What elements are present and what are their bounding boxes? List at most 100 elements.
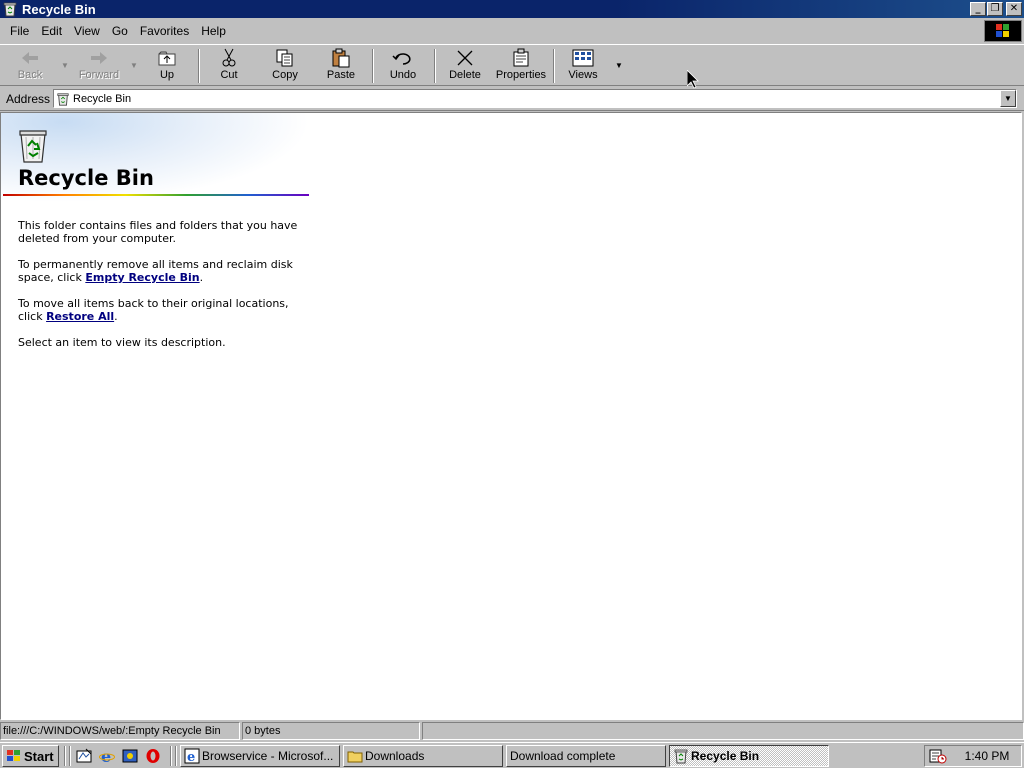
scheduler-icon[interactable] [929, 748, 947, 764]
paste-button[interactable]: Paste [320, 47, 362, 85]
views-button[interactable]: Views [564, 47, 602, 85]
task-label: Browservice - Microsof... [202, 749, 334, 763]
forward-button[interactable]: Forward [76, 47, 122, 85]
undo-button[interactable]: Undo [384, 47, 422, 85]
cut-label: Cut [220, 69, 238, 81]
mouse-cursor-icon [686, 69, 699, 92]
properties-label: Properties [495, 69, 547, 81]
clock[interactable]: 1:40 PM [953, 749, 1021, 763]
status-bar: file:///C:/WINDOWS/web/:Empty Recycle Bi… [0, 721, 1024, 741]
window-title: Recycle Bin [22, 1, 96, 17]
properties-icon [511, 47, 531, 69]
taskbar-grip[interactable] [69, 746, 71, 766]
delete-button[interactable]: Delete [444, 47, 486, 85]
restore-instruction: To move all items back to their original… [18, 297, 298, 323]
task-recycle-bin[interactable]: Recycle Bin [669, 745, 829, 767]
close-button[interactable]: ✕ [1006, 2, 1022, 16]
paste-label: Paste [326, 69, 356, 81]
toolbar-separator [434, 49, 436, 83]
menu-go[interactable]: Go [106, 24, 134, 38]
address-label: Address [6, 91, 51, 106]
menu-edit[interactable]: Edit [35, 24, 68, 38]
up-folder-icon [157, 47, 177, 69]
back-label: Back [17, 69, 43, 81]
taskbar-grip[interactable] [175, 746, 177, 766]
forward-arrow-icon [89, 47, 109, 69]
forward-dropdown-icon[interactable]: ▼ [130, 61, 138, 70]
maximize-button[interactable]: ❐ [987, 2, 1003, 16]
status-size: 0 bytes [242, 722, 420, 740]
properties-button[interactable]: Properties [494, 47, 548, 85]
address-input[interactable]: Recycle Bin ▼ [53, 89, 1017, 108]
svg-text:e: e [187, 750, 195, 764]
up-label: Up [159, 69, 175, 81]
internet-explorer-icon: e [184, 748, 200, 764]
restore-all-link[interactable]: Restore All [46, 310, 114, 323]
restore-instruction-suffix: . [114, 310, 118, 323]
windows-logo-icon [984, 20, 1022, 42]
channels-icon[interactable] [121, 747, 139, 765]
empty-recycle-bin-link[interactable]: Empty Recycle Bin [85, 271, 199, 284]
back-dropdown-icon[interactable]: ▼ [61, 61, 69, 70]
minimize-button[interactable]: _ [970, 2, 986, 16]
folder-icon [347, 749, 363, 763]
title-bar[interactable]: Recycle Bin _ ❐ ✕ [0, 0, 1024, 18]
task-label: Download complete [510, 749, 616, 763]
menu-help[interactable]: Help [195, 24, 232, 38]
task-browservice[interactable]: e Browservice - Microsof... [180, 745, 340, 767]
up-button[interactable]: Up [150, 47, 184, 85]
status-zone [422, 722, 1024, 740]
windows-logo-icon [6, 749, 22, 763]
views-dropdown-icon[interactable]: ▼ [615, 61, 623, 70]
menu-view[interactable]: View [68, 24, 106, 38]
menu-bar: File Edit View Go Favorites Help [0, 20, 1024, 42]
page-title: Recycle Bin [18, 166, 154, 190]
folder-view[interactable]: Recycle Bin This folder contains files a… [0, 112, 1022, 720]
taskbar-separator [64, 746, 66, 766]
copy-label: Copy [272, 69, 298, 81]
recycle-bin-icon [16, 126, 50, 167]
taskbar: Start e e Browservice - Microsof... Down… [0, 742, 1024, 768]
start-button[interactable]: Start [2, 745, 59, 767]
info-pane: This folder contains files and folders t… [18, 219, 298, 362]
forward-label: Forward [78, 69, 120, 81]
views-icon [572, 47, 594, 69]
toolbar-separator [198, 49, 200, 83]
internet-explorer-icon[interactable]: e [98, 747, 116, 765]
empty-instruction-suffix: . [199, 271, 204, 284]
start-label: Start [24, 748, 54, 764]
copy-icon [275, 47, 295, 69]
copy-button[interactable]: Copy [266, 47, 304, 85]
select-hint: Select an item to view its description. [18, 336, 226, 349]
show-desktop-icon[interactable] [75, 747, 93, 765]
task-label: Downloads [365, 749, 425, 763]
cut-button[interactable]: Cut [212, 47, 246, 85]
paste-icon [331, 47, 351, 69]
taskbar-separator [170, 746, 172, 766]
menu-file[interactable]: File [4, 24, 35, 38]
task-downloads[interactable]: Downloads [343, 745, 503, 767]
delete-label: Delete [449, 69, 481, 81]
address-value: Recycle Bin [73, 92, 132, 105]
task-label: Recycle Bin [691, 749, 760, 763]
recycle-bin-icon [56, 92, 70, 106]
menu-favorites[interactable]: Favorites [134, 24, 195, 38]
description-text: This folder contains files and folders t… [18, 219, 298, 245]
toolbar-separator [372, 49, 374, 83]
back-arrow-icon [20, 47, 40, 69]
undo-label: Undo [389, 69, 417, 81]
toolbar-separator [553, 49, 555, 83]
empty-instruction: To permanently remove all items and recl… [18, 258, 298, 284]
undo-icon [392, 47, 414, 69]
status-url: file:///C:/WINDOWS/web/:Empty Recycle Bi… [0, 722, 240, 740]
svg-text:e: e [101, 748, 111, 764]
system-tray: 1:40 PM [924, 745, 1022, 767]
task-download-complete[interactable]: Download complete [506, 745, 666, 767]
address-bar: Address Recycle Bin ▼ [0, 87, 1024, 111]
back-button[interactable]: Back [8, 47, 52, 85]
title-divider [3, 194, 309, 196]
recycle-bin-icon [2, 1, 18, 17]
delete-x-icon [456, 47, 474, 69]
opera-icon[interactable] [144, 747, 162, 765]
address-dropdown-button[interactable]: ▼ [1000, 90, 1016, 107]
